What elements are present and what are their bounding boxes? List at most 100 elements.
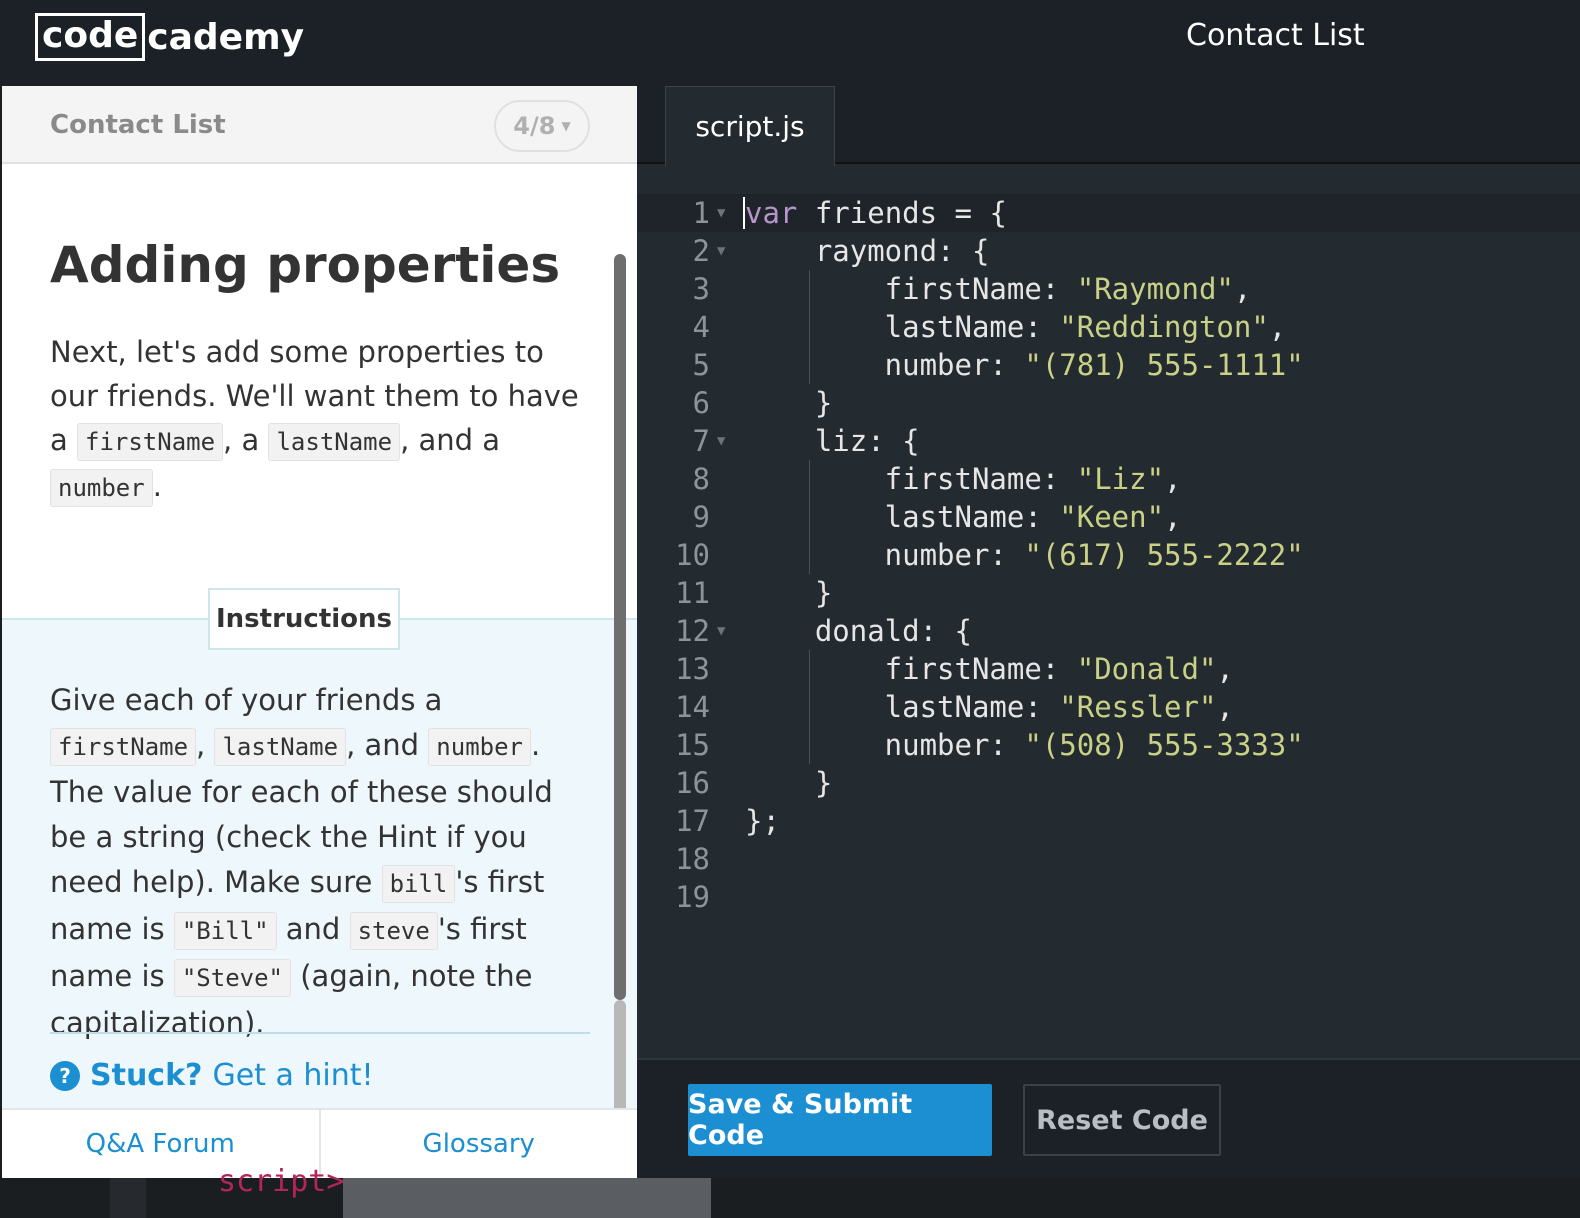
line-number: 15: [675, 728, 710, 762]
code-line: 19: [637, 878, 1580, 916]
fold-arrow-icon[interactable]: ▼: [717, 232, 725, 270]
line-number: 4: [692, 310, 710, 344]
line-number: 1: [692, 196, 710, 230]
fold-arrow-icon[interactable]: ▼: [717, 422, 725, 460]
background-code-text: script>: [218, 1164, 345, 1199]
code-segment: firstName:: [745, 272, 1077, 306]
fold-arrow-icon[interactable]: ▼: [717, 612, 725, 650]
code-text: liz: {: [745, 424, 920, 458]
code-text: firstName: "Raymond",: [745, 270, 1252, 308]
string-literal: "Donald": [1076, 652, 1217, 686]
line-number: 19: [675, 880, 710, 914]
hint-strong: Stuck?: [90, 1058, 203, 1093]
save-submit-button[interactable]: Save & Submit Code: [688, 1084, 992, 1156]
line-number: 2: [692, 234, 710, 268]
code-line: 14 lastName: "Ressler",: [637, 688, 1580, 726]
lesson-panel: Contact List 4/8 ▼ Adding properties Nex…: [2, 86, 637, 1178]
string-literal: "Keen": [1059, 500, 1165, 534]
section-title: Contact List: [50, 110, 226, 140]
code-line: 11 }: [637, 574, 1580, 612]
string-literal: "Ressler": [1059, 690, 1217, 724]
code-line: 15 number: "(508) 555-3333": [637, 726, 1580, 764]
code-line: 1 ▼ var friends = {: [637, 194, 1580, 232]
line-number: 18: [675, 842, 710, 876]
instr-text: and: [276, 912, 350, 946]
string-literal: "Reddington": [1059, 310, 1269, 344]
code-line: 9 lastName: "Keen",: [637, 498, 1580, 536]
line-number: 9: [692, 500, 710, 534]
code-segment: ,: [1164, 500, 1182, 534]
question-circle-icon: ?: [50, 1060, 80, 1091]
line-number: 16: [675, 766, 710, 800]
string-literal: "(508) 555-3333": [1024, 728, 1304, 762]
codecademy-logo[interactable]: code cademy: [35, 12, 304, 62]
string-literal: "Liz": [1076, 462, 1165, 496]
reset-code-button[interactable]: Reset Code: [1023, 1084, 1221, 1156]
line-number: 17: [675, 804, 710, 838]
code-segment: lastName:: [745, 690, 1060, 724]
code-line: 4 lastName: "Reddington",: [637, 308, 1580, 346]
code-text: lastName: "Reddington",: [745, 308, 1287, 346]
string-literal: "(781) 555-1111": [1024, 348, 1304, 382]
background-panel: [343, 1178, 711, 1218]
code-segment: lastName:: [745, 310, 1060, 344]
code-segment: friends = {: [797, 196, 1007, 230]
line-number: 14: [675, 690, 710, 724]
code-line: 2 ▼ raymond: {: [637, 232, 1580, 270]
code-text: firstName: "Liz",: [745, 460, 1182, 498]
line-number: 11: [675, 576, 710, 610]
logo-text: cademy: [147, 16, 305, 58]
hint-label: Get a hint!: [212, 1058, 374, 1093]
code-text: donald: {: [745, 614, 972, 648]
code-text: lastName: "Keen",: [745, 498, 1182, 536]
code-text: }: [745, 386, 833, 420]
background-gutter: [110, 1178, 146, 1218]
lesson-body[interactable]: Adding properties Next, let's add some p…: [2, 166, 637, 1110]
keyword: var: [745, 196, 798, 230]
code-area[interactable]: 1 ▼ var friends = { 2 ▼ raymond: { 3 fir…: [637, 194, 1580, 1064]
chevron-down-icon: ▼: [561, 119, 571, 133]
lesson-header: Contact List 4/8 ▼: [2, 86, 637, 164]
code-line: 12 ▼ donald: {: [637, 612, 1580, 650]
editor-actions: Save & Submit Code Reset Code: [637, 1058, 1580, 1178]
code-line: 17 };: [637, 802, 1580, 840]
code-text: number: "(508) 555-3333": [745, 726, 1304, 764]
code-line: 7 ▼ liz: {: [637, 422, 1580, 460]
code-text: }: [745, 576, 833, 610]
code-segment: number:: [745, 728, 1025, 762]
code-line: 10 number: "(617) 555-2222": [637, 536, 1580, 574]
code-text: };: [745, 804, 780, 838]
scrollbar-thumb[interactable]: [614, 254, 626, 1000]
top-navbar: code cademy Contact List: [0, 0, 1580, 86]
line-number: 10: [675, 538, 710, 572]
code-snippet: firstName: [77, 423, 224, 461]
code-segment: ,: [1268, 310, 1287, 344]
instructions-label: Instructions: [208, 588, 400, 650]
code-text: var friends = {: [745, 194, 1007, 232]
code-segment: lastName:: [745, 500, 1060, 534]
code-segment: number:: [745, 538, 1025, 572]
scrollbar-track[interactable]: [614, 1000, 626, 1110]
code-segment: firstName:: [745, 652, 1077, 686]
code-text: firstName: "Donald",: [745, 650, 1234, 688]
hint-link[interactable]: ? Stuck? Get a hint!: [50, 1058, 374, 1093]
line-number: 8: [692, 462, 710, 496]
intro-text: , a: [223, 423, 269, 457]
code-line: 18: [637, 840, 1580, 878]
code-segment: ,: [1216, 690, 1234, 724]
fold-arrow-icon[interactable]: ▼: [717, 194, 725, 232]
glossary-link[interactable]: Glossary: [321, 1110, 638, 1178]
tab-script-js[interactable]: script.js: [665, 86, 835, 166]
code-snippet: lastName: [268, 423, 401, 461]
code-segment: firstName:: [745, 462, 1077, 496]
course-title: Contact List: [1186, 18, 1365, 53]
line-number: 5: [692, 348, 710, 382]
code-line: 6 }: [637, 384, 1580, 422]
logo-boxed-text: code: [35, 13, 146, 61]
progress-dropdown[interactable]: 4/8 ▼: [494, 100, 590, 152]
code-snippet: "Bill": [173, 912, 277, 950]
code-line: 16 }: [637, 764, 1580, 802]
instr-text: , and: [346, 728, 429, 762]
code-snippet: number: [428, 728, 531, 766]
code-snippet: firstName: [50, 728, 197, 766]
